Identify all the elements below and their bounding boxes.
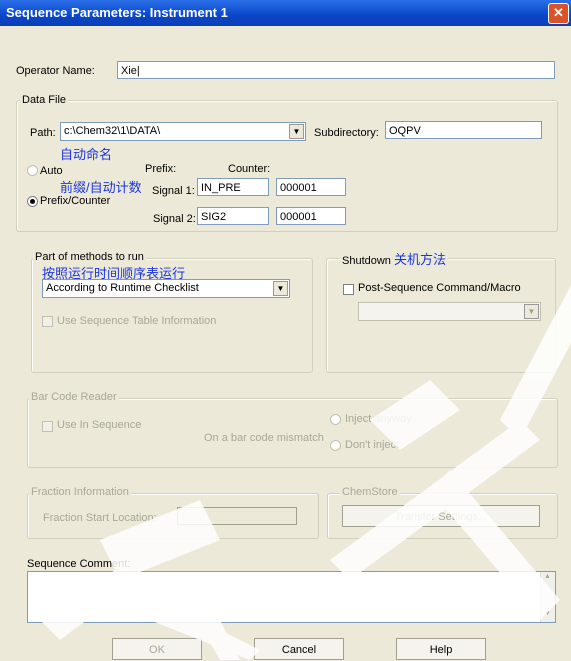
mismatch-label: On a bar code mismatch [204,432,324,444]
prefix-counter-radio[interactable] [27,196,38,207]
operator-name-input[interactable]: Xie| [117,61,555,79]
subdirectory-label: Subdirectory: [314,127,379,139]
shutdown-title-text: Shutdown [342,255,391,267]
chevron-down-icon[interactable]: ▼ [524,304,539,319]
close-button[interactable]: ✕ [548,3,569,24]
close-icon: ✕ [553,5,564,20]
fraction-group-title: Fraction Information [29,486,131,498]
counter-header: Counter: [228,163,271,175]
sequence-comment-label: Sequence Comment: [27,558,131,570]
shutdown-annotation: 关机方法 [394,252,447,267]
shutdown-group-title: Shutdown 关机方法 [340,249,449,268]
title-bar: Sequence Parameters: Instrument 1 ✕ [0,0,571,26]
post-sequence-checkbox[interactable] [343,284,354,295]
barcode-group-title: Bar Code Reader [29,391,119,403]
prefix-counter-label: Prefix/Counter [40,195,111,207]
post-sequence-label: Post-Sequence Command/Macro [358,282,521,294]
operator-label: Operator Name: [16,65,95,77]
use-seq-table-label: Use Sequence Table Information [57,315,217,327]
scroll-up-icon[interactable]: ▲ [544,573,551,580]
signal1-label: Signal 1: [152,185,195,197]
signal2-prefix-input[interactable]: SIG2 [197,207,269,225]
methods-group-title: Part of methods to run [33,251,146,263]
signal2-counter-input[interactable]: 000001 [276,207,346,225]
comment-scrollbar[interactable]: ▲ ▼ [540,572,555,622]
signal1-counter-input[interactable]: 000001 [276,178,346,196]
window-title: Sequence Parameters: Instrument 1 [6,5,228,20]
chemstore-group-title: ChemStore [340,486,400,498]
chevron-down-icon[interactable]: ▼ [273,281,288,296]
path-label: Path: [30,127,56,139]
chevron-down-icon[interactable]: ▼ [289,124,304,139]
methods-combo[interactable]: According to Runtime Checklist ▼ [42,279,290,298]
use-in-sequence-label: Use In Sequence [57,419,142,431]
ok-button[interactable]: OK [112,638,202,660]
help-button[interactable]: Help [396,638,486,660]
scroll-down-icon[interactable]: ▼ [544,610,551,617]
cancel-button[interactable]: Cancel [254,638,344,660]
use-seq-table-checkbox[interactable] [42,316,53,327]
annotation-prefix: 前缀/自动计数 [60,180,142,195]
prefix-header: Prefix: [145,163,177,175]
sequence-comment-textarea[interactable]: ▲ ▼ [27,571,556,623]
auto-radio-label: Auto [40,165,63,177]
fraction-start-label: Fraction Start Location: [43,512,157,524]
methods-selected: According to Runtime Checklist [46,282,199,294]
signal2-label: Signal 2: [153,213,196,225]
fraction-start-input[interactable] [177,507,297,525]
use-in-sequence-checkbox[interactable] [42,421,53,432]
data-file-group-title: Data File [20,94,69,106]
inject-anyway-label: Inject anyway [345,413,412,425]
dont-inject-radio[interactable] [330,440,341,451]
post-sequence-combo[interactable]: ▼ [358,302,541,321]
signal1-prefix-input[interactable]: IN_PRE [197,178,269,196]
path-value: c:\Chem32\1\DATA\ [64,125,161,137]
auto-radio[interactable] [27,165,38,176]
path-combo[interactable]: c:\Chem32\1\DATA\ ▼ [60,122,306,141]
subdirectory-input[interactable]: OQPV [385,121,542,139]
dont-inject-label: Don't inject [345,439,400,451]
inject-anyway-radio[interactable] [330,414,341,425]
annotation-auto: 自动命名 [60,147,113,162]
transfer-settings-button[interactable]: Transfer Settings... [342,505,540,527]
